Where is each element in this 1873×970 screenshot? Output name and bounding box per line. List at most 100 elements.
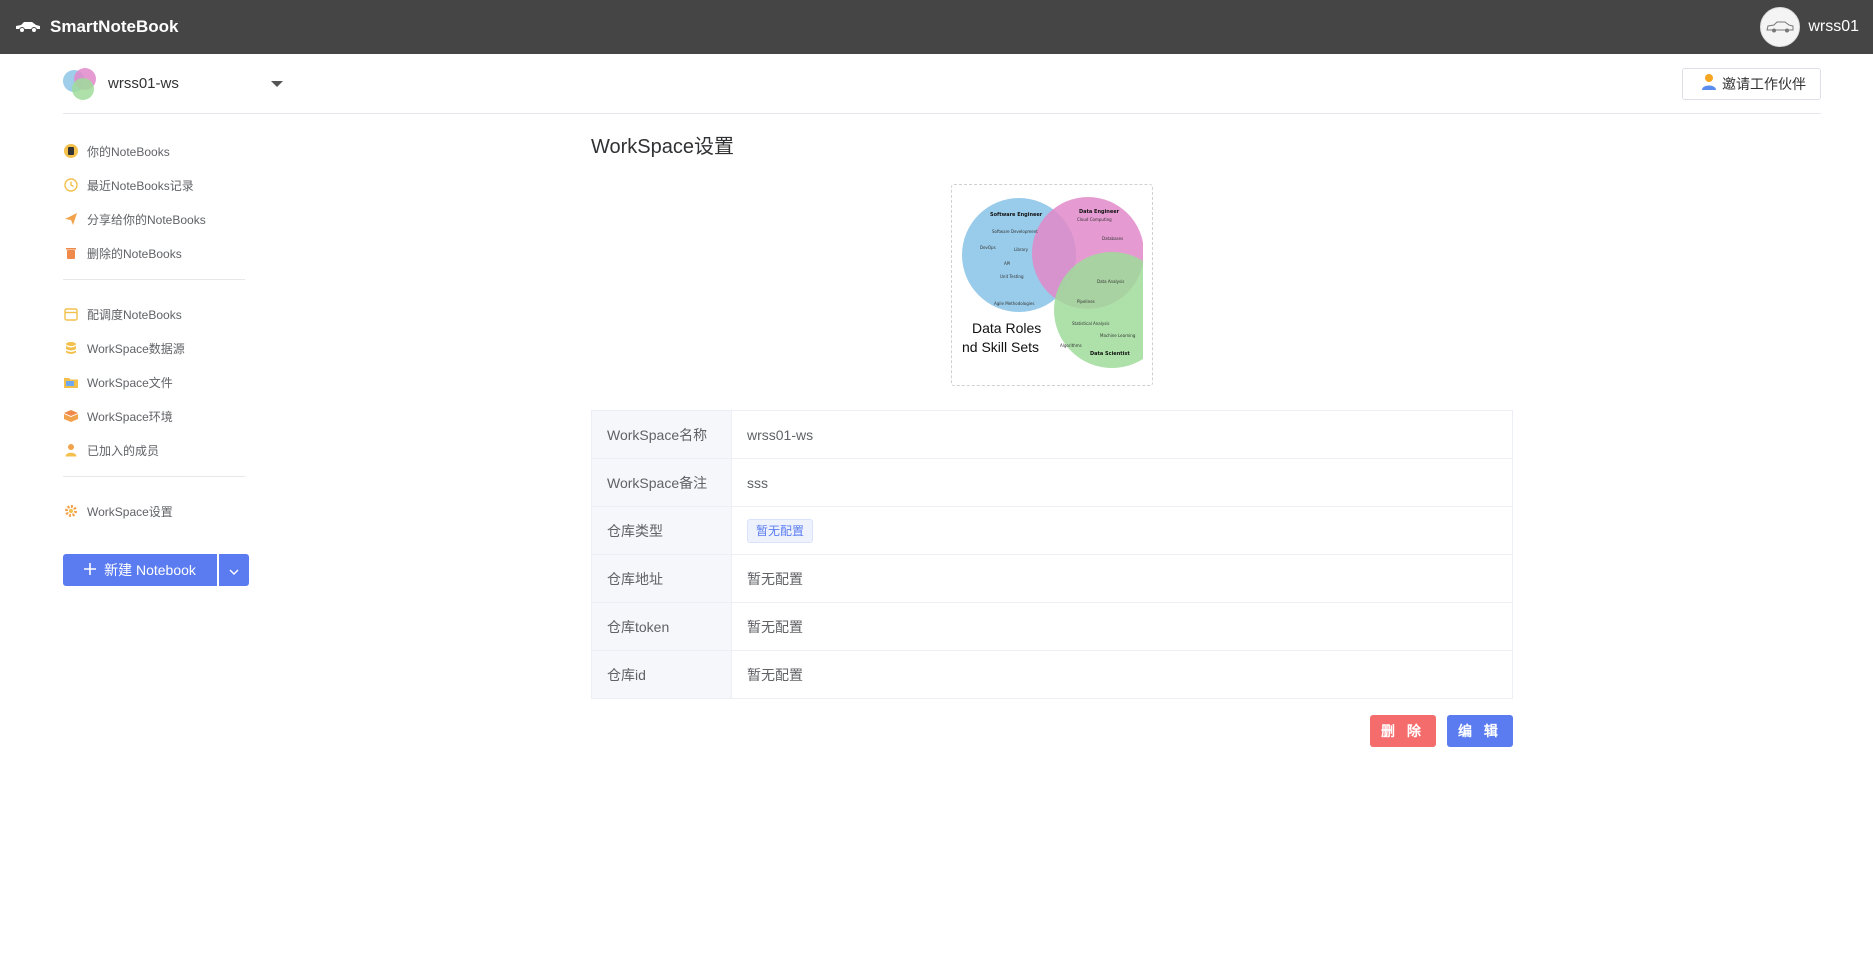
svg-text:Cloud Computing: Cloud Computing: [1077, 217, 1112, 222]
svg-text:Statistical Analysis: Statistical Analysis: [1072, 321, 1110, 326]
sidebar-item-deleted[interactable]: 删除的NoteBooks: [63, 236, 253, 270]
sidebar: 你的NoteBooks 最近NoteBooks记录 分享给你的NoteBooks…: [63, 134, 253, 586]
cover-label-software: Software Engineer: [990, 212, 1043, 218]
edit-button[interactable]: 编 辑: [1447, 715, 1513, 747]
row-value: 暂无配置: [731, 650, 1513, 699]
trash-icon: [63, 245, 79, 261]
svg-text:Unit Testing: Unit Testing: [1000, 274, 1024, 279]
cover-caption-2: nd Skill Sets: [962, 339, 1040, 355]
table-row: 仓库地址 暂无配置: [591, 554, 1513, 603]
invite-label: 邀请工作伙伴: [1722, 75, 1806, 92]
row-label: WorkSpace备注: [591, 458, 732, 507]
box-icon: [63, 408, 79, 424]
sidebar-item-label: WorkSpace设置: [87, 504, 173, 519]
app-name: SmartNoteBook: [50, 17, 179, 36]
svg-text:Algorithms: Algorithms: [1060, 343, 1082, 348]
sidebar-item-my-notebooks[interactable]: 你的NoteBooks: [63, 134, 253, 168]
row-label: 仓库id: [591, 650, 732, 699]
row-value: 暂无配置: [731, 602, 1513, 651]
table-row: 仓库id 暂无配置: [591, 650, 1513, 699]
workspace-cover-upload[interactable]: Software Development DevOps Library API …: [951, 184, 1153, 386]
sidebar-item-datasource[interactable]: WorkSpace数据源: [63, 331, 253, 365]
sidebar-item-shared[interactable]: 分享给你的NoteBooks: [63, 202, 253, 236]
main-content: WorkSpace设置 Software Development DevOps …: [591, 130, 1513, 747]
chevron-down-icon: [229, 563, 239, 578]
table-row: 仓库类型 暂无配置: [591, 506, 1513, 555]
svg-text:API: API: [1004, 261, 1010, 266]
nav-group-settings: WorkSpace设置: [63, 494, 253, 528]
sidebar-item-label: WorkSpace文件: [87, 375, 173, 390]
svg-text:Machine Learning: Machine Learning: [1100, 333, 1136, 338]
workspace-selector[interactable]: wrss01-ws: [63, 67, 283, 100]
cover-label-data-engineer: Data Engineer: [1079, 209, 1120, 215]
row-value: wrss01-ws: [731, 410, 1513, 459]
sidebar-item-label: WorkSpace环境: [87, 409, 173, 424]
sidebar-item-settings[interactable]: WorkSpace设置: [63, 494, 253, 528]
sidebar-item-label: 已加入的成员: [87, 443, 160, 458]
sidebar-divider: [63, 476, 245, 477]
workspace-info-table: WorkSpace名称 wrss01-ws WorkSpace备注 sss 仓库…: [591, 410, 1513, 699]
svg-text:Software Development: Software Development: [992, 229, 1038, 234]
new-notebook-label: 新建 Notebook: [104, 562, 196, 578]
share-plane-icon: [63, 211, 79, 227]
sidebar-item-files[interactable]: WorkSpace文件: [63, 365, 253, 399]
caret-down-icon[interactable]: [271, 80, 283, 87]
workspace-logo: [63, 67, 97, 100]
action-bar: 删 除 编 辑: [591, 715, 1513, 747]
database-icon: [63, 340, 79, 356]
svg-text:Data Analysis: Data Analysis: [1097, 279, 1124, 284]
calendar-icon: [63, 306, 79, 322]
avatar[interactable]: [1760, 7, 1801, 47]
folder-icon: [63, 374, 79, 390]
table-row: 仓库token 暂无配置: [591, 602, 1513, 651]
sidebar-item-members[interactable]: 已加入的成员: [63, 433, 253, 467]
table-row: WorkSpace备注 sss: [591, 458, 1513, 507]
sidebar-item-environment[interactable]: WorkSpace环境: [63, 399, 253, 433]
user-menu[interactable]: wrss01: [1760, 7, 1859, 47]
status-badge: 暂无配置: [747, 518, 814, 543]
svg-text:Library: Library: [1014, 247, 1029, 252]
cover-label-data-scientist: Data Scientist: [1090, 351, 1130, 357]
row-label: 仓库类型: [591, 506, 732, 555]
workspace-name: wrss01-ws: [108, 75, 179, 92]
sidebar-item-schedule[interactable]: 配调度NoteBooks: [63, 297, 253, 331]
nav-group-notebooks: 你的NoteBooks 最近NoteBooks记录 分享给你的NoteBooks…: [63, 134, 253, 270]
workspace-header: wrss01-ws 邀请工作伙伴: [63, 54, 1821, 114]
row-value: sss: [731, 458, 1513, 507]
row-value-tag: 暂无配置: [731, 506, 1513, 555]
sidebar-item-label: 删除的NoteBooks: [87, 246, 182, 261]
sidebar-item-label: 你的NoteBooks: [87, 144, 170, 159]
page-title: WorkSpace设置: [591, 136, 735, 158]
gear-icon: [63, 503, 79, 519]
row-label: WorkSpace名称: [591, 410, 732, 459]
svg-text:Databases: Databases: [1102, 236, 1123, 241]
notebook-icon: [63, 143, 79, 159]
top-bar: SmartNoteBook wrss01: [0, 0, 1873, 54]
plus-icon: [84, 562, 97, 578]
svg-text:Pipelines: Pipelines: [1077, 299, 1095, 304]
sidebar-divider: [63, 279, 245, 280]
cover-caption-1: Data Roles: [972, 320, 1042, 336]
nav-group-workspace: 配调度NoteBooks WorkSpace数据源 WorkSpace文件 Wo…: [63, 297, 253, 467]
sidebar-item-label: 最近NoteBooks记录: [87, 178, 194, 193]
user-add-icon: [1701, 73, 1717, 94]
sidebar-item-recent[interactable]: 最近NoteBooks记录: [63, 168, 253, 202]
row-value: 暂无配置: [731, 554, 1513, 603]
svg-text:Agile Methodologies: Agile Methodologies: [994, 301, 1034, 306]
car-icon: [14, 20, 42, 34]
new-notebook-button[interactable]: 新建 Notebook: [63, 554, 217, 586]
new-notebook-dropdown-button[interactable]: [218, 554, 249, 586]
username: wrss01: [1808, 18, 1859, 35]
row-label: 仓库token: [591, 602, 732, 651]
invite-partner-button[interactable]: 邀请工作伙伴: [1682, 67, 1821, 100]
clock-icon: [63, 177, 79, 193]
sidebar-item-label: WorkSpace数据源: [87, 341, 185, 356]
delete-button[interactable]: 删 除: [1370, 715, 1436, 747]
brand[interactable]: SmartNoteBook: [14, 17, 178, 37]
row-label: 仓库地址: [591, 554, 732, 603]
sidebar-item-label: 分享给你的NoteBooks: [87, 212, 206, 227]
table-row: WorkSpace名称 wrss01-ws: [591, 410, 1513, 459]
sidebar-item-label: 配调度NoteBooks: [87, 307, 182, 322]
svg-text:DevOps: DevOps: [980, 245, 996, 250]
member-icon: [63, 442, 79, 458]
